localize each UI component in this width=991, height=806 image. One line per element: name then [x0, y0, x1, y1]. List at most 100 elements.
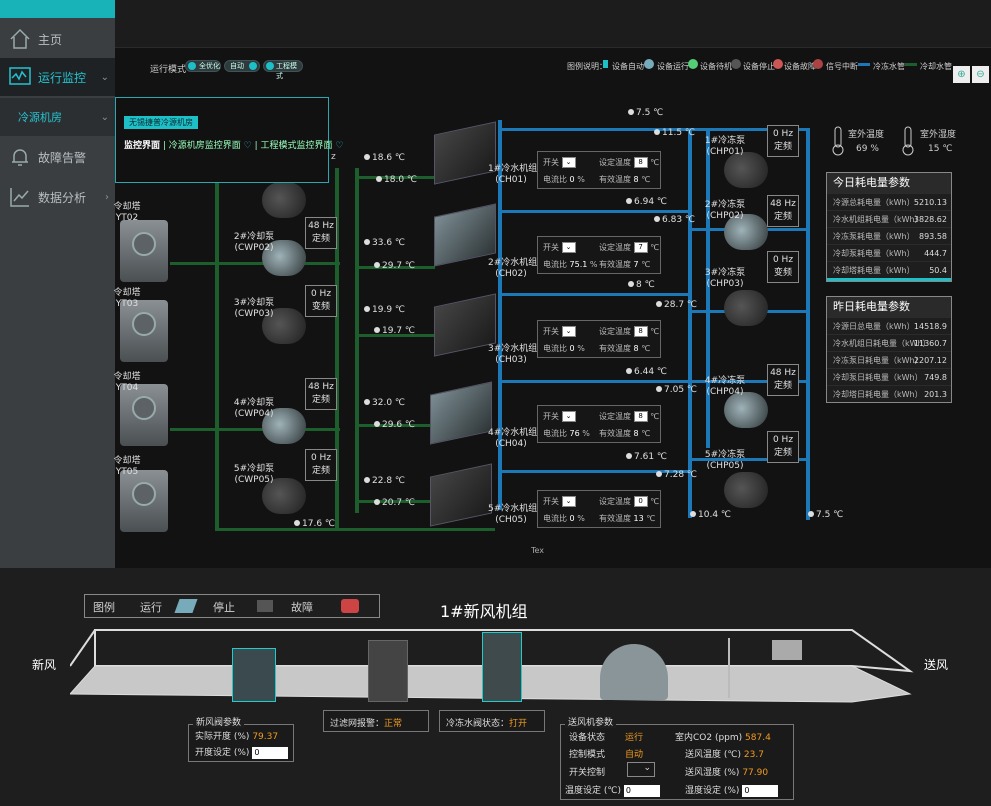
mode-toggle-engineering[interactable]: 工程模式: [263, 60, 303, 80]
link-engineering[interactable]: 工程模式监控界面: [261, 141, 333, 151]
fault-icon: [773, 59, 783, 69]
mode-toggle-auto[interactable]: 自动: [224, 60, 260, 72]
panel-title: 新风阀参数: [193, 715, 245, 728]
temp-setpoint-input[interactable]: 0: [623, 784, 660, 797]
stopped-icon: [257, 600, 273, 612]
chiller-switch[interactable]: ⌄: [561, 496, 576, 507]
chevron-down-icon: ⌄: [100, 111, 109, 123]
outdoor-humidity-label: 室外湿度: [920, 130, 957, 140]
tower-label: 令却塔 YT02: [113, 202, 141, 223]
sidebar-item-coldsource[interactable]: 冷源机房 ⌄: [0, 98, 115, 136]
chiller-switch[interactable]: ⌄: [561, 411, 576, 422]
cooling-pump-label: 5#冷却泵 (CWP05): [233, 464, 275, 485]
chiller-control-3: 开关 ⌄ 设定温度 8 ℃ 电流比 0 % 有效温度 8 ℃: [537, 320, 661, 358]
temp-sensor: 6.83 ℃: [654, 215, 695, 225]
cooling-tower-5[interactable]: [120, 470, 168, 532]
legend-label: 设备停止: [743, 62, 775, 71]
chilled-pump-label: 5#冷冻泵 (CHP05): [704, 450, 746, 471]
legend-run: 运行: [140, 601, 162, 614]
legend-title: 图例: [93, 601, 115, 614]
auto-icon: [603, 60, 608, 68]
cooling-pump-1[interactable]: [262, 182, 306, 218]
temp-sensor: 11.5 ℃: [654, 128, 695, 138]
legend-label: 信号中断: [826, 62, 858, 71]
cooling-pump-hz-2: 48 Hz 定频: [305, 217, 337, 249]
cooling-pump-hz-5: 0 Hz 定频: [305, 449, 337, 481]
panel-title: 昨日耗电量参数: [827, 297, 951, 317]
sidebar: 主页 运行监控 ⌄ 冷源机房 ⌄ 故障告警 数据分析 ›: [0, 0, 115, 568]
chilled-pump-3[interactable]: [724, 290, 768, 326]
cooling-pipe: [170, 428, 340, 431]
sidebar-item-monitor[interactable]: 运行监控 ⌄: [0, 58, 115, 96]
zoom-in-icon[interactable]: ⊕: [953, 66, 970, 83]
setpoint-input[interactable]: 0: [633, 496, 648, 507]
chilled-pump-label: 3#冷冻泵 (CHP03): [704, 268, 746, 289]
monitor-icon: [9, 67, 31, 85]
panel-title: 今日耗电量参数: [827, 173, 951, 193]
cooling-tower-2[interactable]: [120, 220, 168, 282]
zoom-out-icon[interactable]: ⊖: [972, 66, 989, 83]
temp-sensor: 29.6 ℃: [374, 420, 415, 430]
temp-sensor: 17.6 ℃: [294, 519, 335, 529]
chiller-label: 4#冷水机组 (CH04): [488, 428, 538, 449]
legend-title: 图例说明：: [567, 62, 607, 71]
sidebar-item-home[interactable]: 主页: [0, 20, 115, 58]
standby-icon: [688, 59, 698, 69]
tower-label: 令却塔 YT05: [113, 456, 141, 477]
chilled-pump-hz-4: 48 Hz 定频: [767, 364, 799, 396]
link-monitor[interactable]: 监控界面: [124, 141, 160, 151]
coil-unit[interactable]: [482, 632, 522, 702]
setpoint-input[interactable]: 8: [633, 157, 648, 168]
temp-sensor: 19.9 ℃: [364, 305, 405, 315]
mode-toggle-optimize[interactable]: 全优化: [185, 60, 221, 72]
sensor-probe-icon: [728, 638, 750, 698]
chilled-pipe: [500, 380, 810, 383]
damper-setpoint-input[interactable]: 0: [252, 746, 289, 759]
chilled-pipe-swatch: [858, 63, 870, 66]
damper-panel: 新风阀参数 实际开度 (%) 79.37 开度设定 (%) 0: [188, 715, 294, 762]
chiller-control-4: 开关 ⌄ 设定温度 8 ℃ 电流比 76 % 有效温度 8 ℃: [537, 405, 661, 443]
setpoint-input[interactable]: 8: [633, 326, 648, 337]
cooling-pipe: [215, 528, 495, 531]
home-icon: [10, 28, 30, 49]
sidebar-item-analysis[interactable]: 数据分析 ›: [0, 178, 115, 216]
stopped-icon: [731, 59, 741, 69]
chilled-pump-hz-1: 0 Hz 定频: [767, 125, 799, 157]
setpoint-input[interactable]: 8: [633, 411, 648, 422]
cooling-pipe-swatch: [905, 63, 917, 66]
stat-row: 冷却泵日耗电量（kWh） 749.8: [827, 368, 951, 385]
cooling-pump-label: 3#冷却泵 (CWP03): [233, 298, 275, 319]
stat-row: 冷源日总电量（kWh） 14518.9: [827, 317, 951, 334]
temp-sensor: 10.4 ℃: [690, 510, 731, 520]
temp-sensor: 20.7 ℃: [374, 498, 415, 508]
site-title: 无锡捷普冷源机房: [124, 116, 198, 129]
fan-switch-dropdown[interactable]: ⌄: [627, 762, 655, 777]
chilled-pump-label: 1#冷冻泵 (CHP01): [704, 136, 746, 157]
damper-unit[interactable]: [232, 648, 276, 702]
temp-sensor: 29.7 ℃: [374, 261, 415, 271]
chiller-switch[interactable]: ⌄: [561, 157, 576, 168]
stat-row: 冷水机组耗电量（kWh） 3828.62: [827, 210, 951, 227]
chilled-pump-hz-2: 48 Hz 定频: [767, 195, 799, 227]
humidity-setpoint-input[interactable]: 0: [742, 784, 779, 797]
chiller-switch[interactable]: ⌄: [561, 326, 576, 337]
filter-unit[interactable]: [368, 640, 408, 702]
chiller-control-5: 开关 ⌄ 设定温度 0 ℃ 电流比 0 % 有效温度 13 ℃: [537, 490, 661, 528]
chiller-switch[interactable]: ⌄: [561, 242, 576, 253]
chilled-pump-5[interactable]: [724, 472, 768, 508]
chilled-pump-label: 2#冷冻泵 (CHP02): [704, 200, 746, 221]
mode-option-label: 自动: [230, 62, 244, 70]
temp-sensor: 7.5 ℃: [628, 108, 663, 118]
mode-option-label: 工程模式: [276, 62, 297, 80]
today-energy-panel: 今日耗电量参数 冷源总耗电量（kWh） 5210.13 冷水机组耗电量（kWh） 3…: [826, 172, 952, 282]
stat-row: 冷源总耗电量（kWh） 5210.13: [827, 193, 951, 210]
link-coldsource[interactable]: 冷源机房监控界面: [169, 141, 241, 151]
sidebar-item-alarm[interactable]: 故障告警: [0, 138, 115, 176]
setpoint-input[interactable]: 7: [633, 242, 648, 253]
co2-sensor-icon: [772, 640, 802, 660]
yesterday-energy-panel: 昨日耗电量参数 冷源日总电量（kWh） 14518.9 冷水机组日耗电量（kWh）…: [826, 296, 952, 403]
chiller-control-2: 开关 ⌄ 设定温度 7 ℃ 电流比 75.1 % 有效温度 7 ℃: [537, 236, 661, 274]
outdoor-temp-label: 室外温度: [848, 130, 885, 140]
stat-row: 冷却塔日耗电量（kWh） 201.3: [827, 385, 951, 402]
ahu-legend: 图例 运行 停止 故障: [84, 594, 380, 618]
